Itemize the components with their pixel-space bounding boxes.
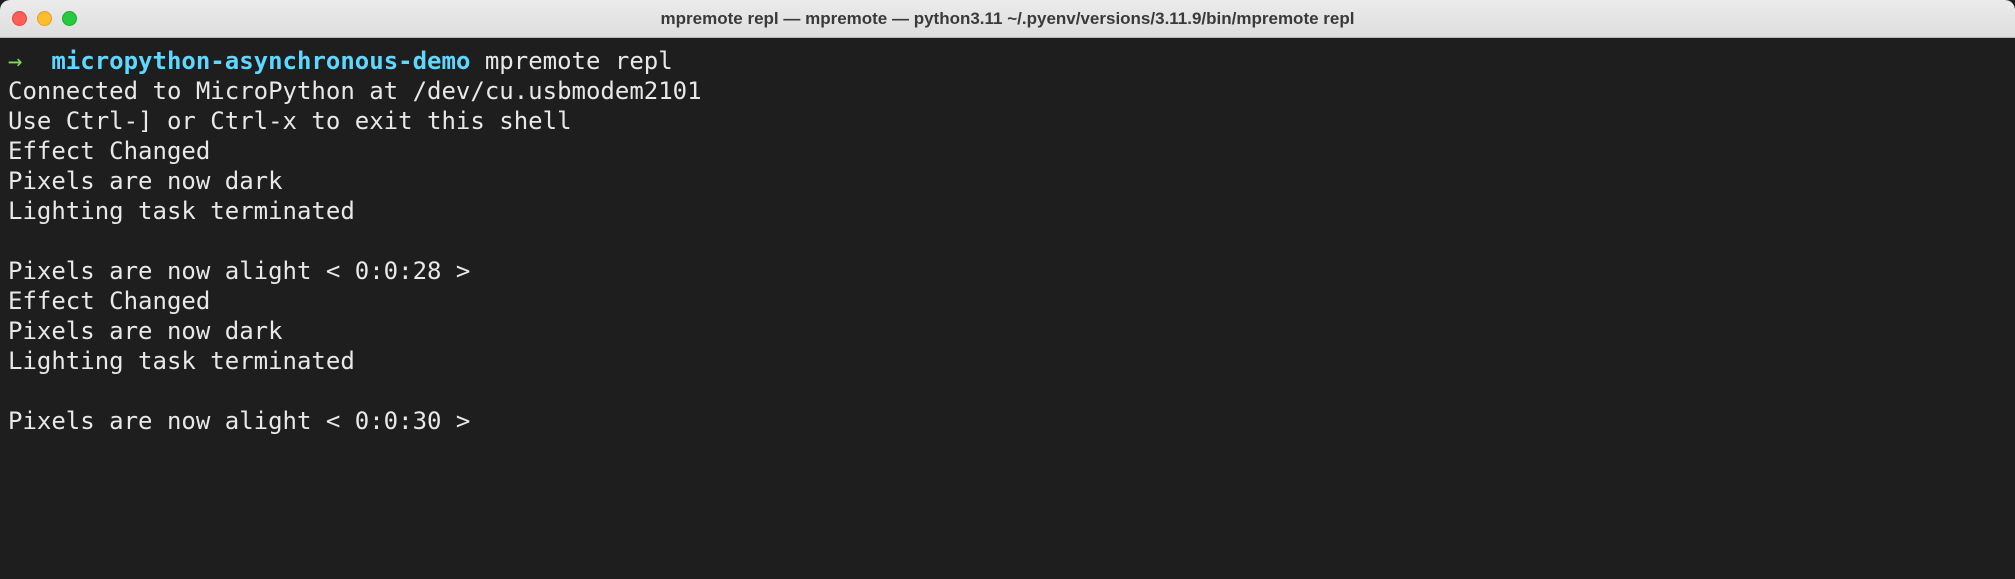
terminal-content[interactable]: → micropython-asynchronous-demo mpremote…	[0, 38, 2015, 579]
close-button[interactable]	[12, 11, 27, 26]
output-line: Pixels are now alight < 0:0:28 >	[8, 256, 2007, 286]
traffic-lights	[12, 11, 77, 26]
output-line: Lighting task terminated	[8, 346, 2007, 376]
titlebar[interactable]: mpremote repl — mpremote — python3.11 ~/…	[0, 0, 2015, 38]
terminal-window: mpremote repl — mpremote — python3.11 ~/…	[0, 0, 2015, 579]
minimize-button[interactable]	[37, 11, 52, 26]
output-line: Effect Changed	[8, 136, 2007, 166]
window-title: mpremote repl — mpremote — python3.11 ~/…	[661, 9, 1355, 29]
command-text: mpremote repl	[485, 47, 673, 75]
maximize-button[interactable]	[62, 11, 77, 26]
output-line: Pixels are now dark	[8, 166, 2007, 196]
output-line	[8, 376, 2007, 406]
output-line: Use Ctrl-] or Ctrl-x to exit this shell	[8, 106, 2007, 136]
output-line: Lighting task terminated	[8, 196, 2007, 226]
output-line	[8, 226, 2007, 256]
prompt-line: → micropython-asynchronous-demo mpremote…	[8, 46, 2007, 76]
output-line: Pixels are now dark	[8, 316, 2007, 346]
output-line: Pixels are now alight < 0:0:30 >	[8, 406, 2007, 436]
output-line: Connected to MicroPython at /dev/cu.usbm…	[8, 76, 2007, 106]
prompt-arrow-icon: →	[8, 47, 22, 75]
output-line: Effect Changed	[8, 286, 2007, 316]
current-directory: micropython-asynchronous-demo	[51, 47, 470, 75]
